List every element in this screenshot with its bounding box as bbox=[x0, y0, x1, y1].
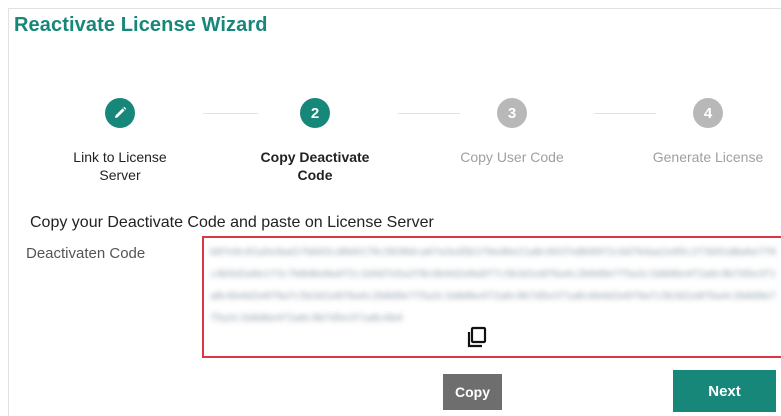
copy-button[interactable]: Copy bbox=[443, 374, 502, 410]
deactivate-code-value: b0fe9c01a5e9ad1fbb93cd0d4170c5030dca67a3… bbox=[210, 247, 776, 324]
step-connector-2 bbox=[398, 113, 460, 114]
step-connector-1 bbox=[203, 113, 258, 114]
step-2-label-line1: Copy Deactivate bbox=[260, 149, 370, 165]
step-4-label-line1: Generate License bbox=[652, 149, 764, 165]
step-3-label-line1: Copy User Code bbox=[460, 149, 564, 165]
step-1-label-line2: Server bbox=[99, 167, 141, 183]
step-2-circle: 2 bbox=[300, 98, 330, 128]
pencil-icon bbox=[115, 106, 127, 118]
step-1-label-line1: Link to License bbox=[73, 149, 167, 165]
step-4-circle: 4 bbox=[693, 98, 723, 128]
step-3-circle: 3 bbox=[497, 98, 527, 128]
step-2-number: 2 bbox=[310, 104, 320, 122]
wizard-title: Reactivate License Wizard bbox=[14, 14, 268, 36]
step-1-circle bbox=[105, 98, 135, 128]
instruction-text: Copy your Deactivate Code and paste on L… bbox=[30, 214, 434, 231]
copy-icon[interactable] bbox=[466, 326, 488, 348]
deactivate-code-box[interactable]: b0fe9c01a5e9ad1fbb93cd0d4170c5030dca67a3… bbox=[202, 236, 781, 358]
step-4-label: Generate License bbox=[628, 148, 781, 166]
step-3-number: 3 bbox=[507, 104, 517, 122]
step-1-label: Link to License Server bbox=[40, 148, 200, 184]
deactivate-code-label: Deactivaten Code bbox=[26, 245, 146, 262]
step-2-label: Copy Deactivate Code bbox=[235, 148, 395, 184]
step-connector-3 bbox=[594, 113, 656, 114]
next-button[interactable]: Next bbox=[673, 370, 776, 412]
step-2-label-line2: Code bbox=[297, 167, 333, 183]
step-3-label: Copy User Code bbox=[432, 148, 592, 166]
step-4-number: 4 bbox=[703, 104, 713, 122]
